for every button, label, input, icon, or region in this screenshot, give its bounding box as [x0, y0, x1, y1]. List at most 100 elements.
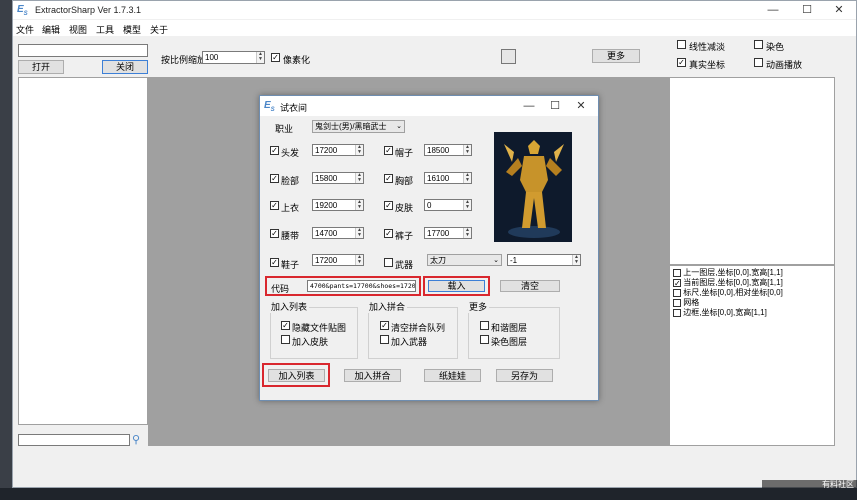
code-input[interactable]: 4700&pants=17700&shoes=17200 [307, 280, 416, 292]
belt-checkbox[interactable]: ✓ [270, 229, 279, 238]
clear-merge-queue-label: 清空拼合队列 [391, 323, 446, 333]
layer-checkbox[interactable] [673, 288, 681, 297]
add-skin-checkbox[interactable] [281, 335, 290, 344]
face-spinner[interactable]: ▲ ▼ [355, 173, 363, 183]
character-preview [494, 132, 572, 242]
code-label: 代码 [271, 284, 290, 294]
face-input[interactable]: 15800 ▲ ▼ [312, 172, 364, 184]
weapon-checkbox[interactable] [384, 258, 393, 267]
layer-checkbox[interactable] [673, 268, 681, 277]
menu-model[interactable]: 模型 [123, 23, 141, 36]
skin-value: 0 [427, 201, 432, 210]
clear-button[interactable]: 清空 [500, 280, 560, 292]
chest-input[interactable]: 16100 ▲ ▼ [424, 172, 472, 184]
pants-spinner[interactable]: ▲ ▼ [463, 228, 471, 238]
face-checkbox[interactable]: ✓ [270, 174, 279, 183]
add-merge-group: 加入拼合 ✓ 清空拼合队列 加入武器 [367, 300, 458, 359]
skin-spinner[interactable]: ▲ ▼ [463, 200, 471, 210]
app-logo-icon: ES [17, 4, 28, 17]
file-path-input[interactable] [18, 44, 148, 57]
shoes-checkbox[interactable]: ✓ [270, 258, 279, 267]
menu-about[interactable]: 关于 [150, 23, 168, 36]
coat-checkbox[interactable]: ✓ [270, 201, 279, 210]
hide-file-texture-checkbox[interactable]: ✓ [281, 321, 290, 330]
weapon-input[interactable]: -1 ▲ ▼ [507, 254, 581, 266]
more-button[interactable]: 更多 [592, 49, 640, 63]
shoes-label: 鞋子 [281, 260, 300, 270]
code-value: 4700&pants=17700&shoes=17200 [310, 282, 416, 290]
dye-layer-checkbox[interactable] [480, 335, 489, 344]
clear-merge-queue-checkbox[interactable]: ✓ [380, 321, 389, 330]
minimize-button[interactable]: — [756, 1, 790, 19]
add-to-merge-button[interactable]: 加入拼合 [344, 369, 401, 382]
job-select[interactable]: 鬼剑士(男)/黑暗武士 ⌄ [312, 120, 405, 133]
coat-input[interactable]: 19200 ▲ ▼ [312, 199, 364, 211]
animation-checkbox[interactable] [754, 58, 763, 67]
linear-dodge-checkbox[interactable] [677, 40, 686, 49]
scale-spinner[interactable]: ▲ ▼ [256, 52, 264, 63]
taskbar [0, 488, 857, 500]
add-weapon-checkbox[interactable] [380, 335, 389, 344]
coat-value: 19200 [315, 201, 338, 210]
open-button[interactable]: 打开 [18, 60, 64, 74]
real-coords-checkbox[interactable]: ✓ [677, 58, 686, 67]
chest-checkbox[interactable]: ✓ [384, 174, 393, 183]
harmony-layer-checkbox[interactable] [480, 321, 489, 330]
layer-list-panel[interactable]: 上一图层,坐标[0,0],宽高[1,1] ✓ 当前图层,坐标[0,0],宽高[1… [669, 265, 835, 446]
close-button[interactable]: ✕ [822, 1, 856, 19]
maximize-button[interactable]: ☐ [790, 1, 824, 19]
hide-file-texture-label: 隐藏文件贴图 [292, 323, 347, 333]
menu-edit[interactable]: 编辑 [42, 23, 60, 36]
hat-input[interactable]: 18500 ▲ ▼ [424, 144, 472, 156]
dialog-logo-icon: ES [264, 100, 275, 113]
pixelate-label: 像素化 [283, 55, 311, 65]
color-swatch[interactable] [501, 49, 516, 64]
coat-spinner[interactable]: ▲ ▼ [355, 200, 363, 210]
chest-spinner[interactable]: ▲ ▼ [463, 173, 471, 183]
dye-checkbox[interactable] [754, 40, 763, 49]
scale-value: 100 [205, 53, 219, 62]
menu-view[interactable]: 视图 [69, 23, 87, 36]
belt-input[interactable]: 14700 ▲ ▼ [312, 227, 364, 239]
file-list-panel[interactable] [18, 77, 148, 425]
more-group-title: 更多 [467, 300, 490, 313]
search-input[interactable] [18, 434, 130, 446]
pants-checkbox[interactable]: ✓ [384, 229, 393, 238]
hat-checkbox[interactable]: ✓ [384, 146, 393, 155]
dialog-close-button[interactable]: ✕ [564, 97, 598, 115]
menu-file[interactable]: 文件 [16, 23, 34, 36]
skin-label: 皮肤 [395, 203, 414, 213]
add-list-group-title: 加入列表 [269, 300, 310, 313]
layer-checkbox[interactable] [673, 308, 681, 317]
hair-checkbox[interactable]: ✓ [270, 146, 279, 155]
search-icon[interactable]: ⚲ [132, 433, 140, 446]
menu-tools[interactable]: 工具 [96, 23, 114, 36]
knight-figure [504, 140, 564, 238]
pixelate-checkbox[interactable]: ✓ [271, 53, 280, 62]
weapon-type-select[interactable]: 太刀 ⌄ [427, 254, 502, 266]
shoes-spinner[interactable]: ▲ ▼ [355, 255, 363, 265]
pants-label: 裤子 [395, 231, 414, 241]
add-to-list-button[interactable]: 加入列表 [268, 369, 325, 382]
close-file-button[interactable]: 关闭 [102, 60, 148, 74]
pants-input[interactable]: 17700 ▲ ▼ [424, 227, 472, 239]
job-label: 职业 [275, 124, 294, 134]
shoes-input[interactable]: 17200 ▲ ▼ [312, 254, 364, 266]
belt-spinner[interactable]: ▲ ▼ [355, 228, 363, 238]
skin-input[interactable]: 0 ▲ ▼ [424, 199, 472, 211]
skin-checkbox[interactable]: ✓ [384, 201, 393, 210]
hair-spinner[interactable]: ▲ ▼ [355, 145, 363, 155]
weapon-spinner[interactable]: ▲ ▼ [572, 255, 580, 265]
animation-label: 动画播放 [766, 60, 803, 70]
load-button[interactable]: 载入 [428, 280, 485, 292]
hat-spinner[interactable]: ▲ ▼ [463, 145, 471, 155]
layer-checkbox[interactable]: ✓ [673, 278, 681, 287]
paper-doll-button[interactable]: 纸娃娃 [424, 369, 481, 382]
scale-input[interactable]: 100 ▲ ▼ [202, 51, 265, 64]
layer-checkbox[interactable] [673, 298, 681, 307]
image-list-panel[interactable] [669, 77, 835, 265]
weapon-label: 武器 [395, 260, 414, 270]
save-as-button[interactable]: 另存为 [496, 369, 553, 382]
hair-input[interactable]: 17200 ▲ ▼ [312, 144, 364, 156]
layer-row[interactable]: 边框,坐标[0,0],宽高[1,1] [673, 307, 767, 318]
